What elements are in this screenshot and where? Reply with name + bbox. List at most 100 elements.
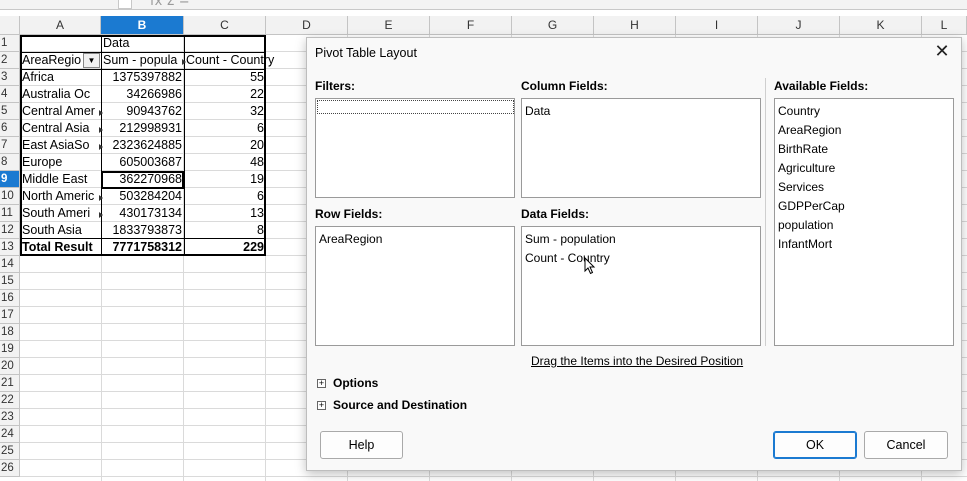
cell-b6[interactable]: 212998931 bbox=[101, 120, 184, 137]
available-field-item[interactable]: AreaRegion bbox=[775, 121, 953, 140]
row-header-6[interactable]: 6 bbox=[0, 120, 20, 137]
column-header-l[interactable]: L bbox=[922, 16, 967, 35]
column-header-e[interactable]: E bbox=[348, 16, 430, 35]
cell-a8[interactable]: Europe bbox=[20, 154, 100, 171]
cell-c2[interactable]: Count - Country bbox=[184, 52, 279, 69]
row-header-15[interactable]: 15 bbox=[0, 273, 20, 290]
available-field-item[interactable]: population bbox=[775, 216, 953, 235]
data-fields-box[interactable]: Sum - population Count - Country bbox=[521, 226, 761, 346]
cell-a7[interactable]: East AsiaSo bbox=[20, 137, 100, 154]
column-header-j[interactable]: J bbox=[758, 16, 840, 35]
row-header-16[interactable]: 16 bbox=[0, 290, 20, 307]
cell-b8[interactable]: 605003687 bbox=[101, 154, 184, 171]
data-field-item[interactable]: Sum - population bbox=[522, 230, 760, 249]
cell-a2[interactable]: AreaRegio bbox=[20, 52, 84, 69]
available-field-item[interactable]: InfantMort bbox=[775, 235, 953, 254]
column-header-i[interactable]: I bbox=[676, 16, 758, 35]
column-header-c[interactable]: C bbox=[184, 16, 266, 35]
cell-a4[interactable]: Australia Oc bbox=[20, 86, 100, 103]
row-header-2[interactable]: 2 bbox=[0, 52, 20, 69]
row-header-12[interactable]: 12 bbox=[0, 222, 20, 239]
row-header-8[interactable]: 8 bbox=[0, 154, 20, 171]
row-header-23[interactable]: 23 bbox=[0, 409, 20, 426]
cell-b12[interactable]: 1833793873 bbox=[101, 222, 184, 239]
row-header-21[interactable]: 21 bbox=[0, 375, 20, 392]
row-fields-box[interactable]: AreaRegion bbox=[315, 226, 515, 346]
cell-b11[interactable]: 430173134 bbox=[101, 205, 184, 222]
cell-a5[interactable]: Central Amer bbox=[20, 103, 100, 120]
column-header-b[interactable]: B bbox=[101, 16, 184, 35]
row-header-10[interactable]: 10 bbox=[0, 188, 20, 205]
name-box-dropdown[interactable] bbox=[118, 0, 132, 9]
column-header-g[interactable]: G bbox=[512, 16, 594, 35]
cell-c9[interactable]: 19 bbox=[184, 171, 266, 188]
row-header-19[interactable]: 19 bbox=[0, 341, 20, 358]
row-header-3[interactable]: 3 bbox=[0, 69, 20, 86]
column-header-f[interactable]: F bbox=[430, 16, 512, 35]
cell-c11[interactable]: 13 bbox=[184, 205, 266, 222]
cell-a12[interactable]: South Asia bbox=[20, 222, 100, 239]
filters-box[interactable] bbox=[315, 98, 515, 198]
cancel-button[interactable]: Cancel bbox=[864, 431, 948, 459]
cell-b7[interactable]: 2323624885 bbox=[101, 137, 184, 154]
cell-a3[interactable]: Africa bbox=[20, 69, 100, 86]
cell-c4[interactable]: 22 bbox=[184, 86, 266, 103]
cell-a9[interactable]: Middle East bbox=[20, 171, 100, 188]
row-header-22[interactable]: 22 bbox=[0, 392, 20, 409]
row-header-14[interactable]: 14 bbox=[0, 256, 20, 273]
cell-b4[interactable]: 34266986 bbox=[101, 86, 184, 103]
row-header-24[interactable]: 24 bbox=[0, 426, 20, 443]
row-header-18[interactable]: 18 bbox=[0, 324, 20, 341]
available-field-item[interactable]: Agriculture bbox=[775, 159, 953, 178]
row-header-25[interactable]: 25 bbox=[0, 443, 20, 460]
row-header-20[interactable]: 20 bbox=[0, 358, 20, 375]
column-header-k[interactable]: K bbox=[840, 16, 922, 35]
cell-c10[interactable]: 6 bbox=[184, 188, 266, 205]
available-field-item[interactable]: Services bbox=[775, 178, 953, 197]
column-fields-box[interactable]: Data bbox=[521, 98, 761, 198]
cell-a11[interactable]: South Ameri bbox=[20, 205, 100, 222]
column-header-d[interactable]: D bbox=[266, 16, 348, 35]
cell-c3[interactable]: 55 bbox=[184, 69, 266, 86]
column-field-item[interactable]: Data bbox=[522, 102, 760, 121]
data-field-item[interactable]: Count - Country bbox=[522, 249, 760, 268]
column-header-h[interactable]: H bbox=[594, 16, 676, 35]
cell-b13[interactable]: 7771758312 bbox=[101, 239, 184, 256]
cell-b2[interactable]: Sum - popula bbox=[101, 52, 181, 69]
cell-b5[interactable]: 90943762 bbox=[101, 103, 184, 120]
cell-a10[interactable]: North Americ bbox=[20, 188, 100, 205]
options-expander[interactable]: + Options bbox=[317, 376, 378, 390]
row-header-5[interactable]: 5 bbox=[0, 103, 20, 120]
row-header-1[interactable]: 1 bbox=[0, 35, 20, 52]
column-header-a[interactable]: A bbox=[20, 16, 101, 35]
available-fields-box[interactable]: Country AreaRegion BirthRate Agriculture Ser… bbox=[774, 98, 954, 346]
help-button[interactable]: Help bbox=[320, 431, 403, 459]
row-header-17[interactable]: 17 bbox=[0, 307, 20, 324]
close-icon[interactable]: ✕ bbox=[931, 42, 953, 64]
row-field-item[interactable]: AreaRegion bbox=[316, 230, 514, 249]
available-field-item[interactable]: Country bbox=[775, 102, 953, 121]
row-header-13[interactable]: 13 bbox=[0, 239, 20, 256]
available-field-item[interactable]: GDPPerCap bbox=[775, 197, 953, 216]
cell-c8[interactable]: 48 bbox=[184, 154, 266, 171]
available-field-item[interactable]: BirthRate bbox=[775, 140, 953, 159]
cell-b10[interactable]: 503284204 bbox=[101, 188, 184, 205]
select-all-corner[interactable] bbox=[0, 16, 20, 35]
cell-c12[interactable]: 8 bbox=[184, 222, 266, 239]
cell-c6[interactable]: 6 bbox=[184, 120, 266, 137]
row-header-11[interactable]: 11 bbox=[0, 205, 20, 222]
arearegion-filter-button[interactable]: ▼ bbox=[83, 53, 100, 68]
row-header-26[interactable]: 26 bbox=[0, 460, 20, 477]
cell-a6[interactable]: Central Asia bbox=[20, 120, 100, 137]
ok-button[interactable]: OK bbox=[773, 431, 857, 459]
cell-b1[interactable]: Data bbox=[101, 35, 184, 52]
cell-c5[interactable]: 32 bbox=[184, 103, 266, 120]
cell-c13[interactable]: 229 bbox=[184, 239, 266, 256]
cell-a13[interactable]: Total Result bbox=[20, 239, 101, 256]
row-header-9[interactable]: 9 bbox=[0, 171, 20, 188]
row-header-7[interactable]: 7 bbox=[0, 137, 20, 154]
cell-b3[interactable]: 1375397882 bbox=[101, 69, 184, 86]
row-header-4[interactable]: 4 bbox=[0, 86, 20, 103]
cell-c7[interactable]: 20 bbox=[184, 137, 266, 154]
source-destination-expander[interactable]: + Source and Destination bbox=[317, 398, 467, 412]
